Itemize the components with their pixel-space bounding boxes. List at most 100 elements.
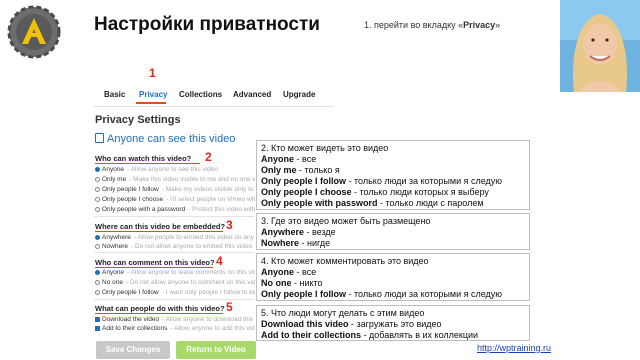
note-line: Only me - только я	[261, 165, 525, 176]
radio-icon[interactable]	[95, 290, 100, 295]
radio-selected-icon[interactable]	[95, 235, 100, 240]
option-description: - Make this video visible to me and no o…	[129, 176, 255, 183]
embed-option-anywhere[interactable]: Anywhere - Allow people to embed this vid…	[95, 234, 255, 241]
option-description: - Allow people to embed this video on an…	[133, 234, 255, 241]
option-label: Add to their collections	[102, 325, 168, 332]
note-term: Download this video	[261, 319, 349, 329]
note-term: No one	[261, 278, 292, 288]
note-line: Add to their collections - добавлять в и…	[261, 330, 525, 341]
comment-option-no-one[interactable]: No one - Do not allow anyone to comment o…	[95, 279, 255, 286]
checkbox-checked-icon[interactable]	[95, 317, 100, 322]
checkbox-checked-icon[interactable]	[95, 326, 100, 331]
website-link[interactable]: http://wptraining.ru	[477, 343, 551, 353]
option-label: Only people with a password	[102, 206, 186, 213]
logo-icon	[7, 5, 61, 59]
action-option-collections[interactable]: Add to their collections - Allow anyone t…	[95, 325, 255, 332]
note-text: - везде	[304, 227, 336, 237]
slide-title: Настройки приватности	[94, 14, 320, 35]
privacy-settings-title: Privacy Settings	[95, 114, 181, 126]
option-description: - Allow anyone to leave comments on this…	[127, 269, 255, 276]
note-term: Anyone	[261, 267, 295, 277]
note-term: Anyone	[261, 154, 295, 164]
lock-icon	[95, 133, 104, 143]
radio-selected-icon[interactable]	[95, 270, 100, 275]
comment-option-anyone[interactable]: Anyone - Allow anyone to leave comments o…	[95, 269, 255, 276]
tab-advanced[interactable]: Advanced	[233, 90, 271, 99]
action-option-download[interactable]: Download the video - Allow anyone to down…	[95, 316, 255, 323]
radio-icon[interactable]	[95, 177, 100, 182]
question-actions: What can people do with this video?	[95, 304, 225, 313]
note-line: Nowhere - нигде	[261, 238, 525, 249]
marker-4: 4	[216, 254, 223, 268]
watch-option-password[interactable]: Only people with a password - Protect thi…	[95, 206, 255, 213]
note-text: - все	[294, 267, 317, 277]
return-to-video-button[interactable]: Return to Video	[176, 341, 256, 359]
note-text: - загружать это видео	[348, 319, 442, 329]
note-line: Download this video - загружать это виде…	[261, 319, 525, 330]
note-text: - все	[294, 154, 317, 164]
note-term: Anywhere	[261, 227, 305, 237]
comment-option-follow[interactable]: Only people I follow - I want only people…	[95, 289, 255, 296]
radio-icon[interactable]	[95, 207, 100, 212]
note-line: No one - никто	[261, 278, 525, 289]
option-description: - Allow anyone to add this video to thei…	[170, 325, 255, 332]
option-description: - Allow anyone to see this video	[127, 166, 219, 173]
watch-option-anyone[interactable]: Anyone - Allow anyone to see this video	[95, 166, 255, 173]
note-box-3: 3. Где это видео может быть размещено Any…	[256, 213, 530, 250]
option-label: Download the video	[102, 316, 160, 323]
note-line: 4. Кто может комментировать это видео	[261, 256, 525, 267]
note-line: 5. Что люди могут делать с этим видео	[261, 308, 525, 319]
save-changes-button[interactable]: Save Changes	[96, 341, 170, 359]
option-description: - I'll select people on Vimeo who can wa…	[166, 196, 255, 203]
watch-option-follow[interactable]: Only people I follow - Make my videos vis…	[95, 186, 255, 193]
note-line: Anyone - все	[261, 154, 525, 165]
radio-icon[interactable]	[95, 280, 100, 285]
option-description: - Allow anyone to download this video	[162, 316, 255, 323]
note-text: - только люди которых я выберу	[351, 187, 489, 197]
embed-option-nowhere[interactable]: Nowhere - Do not allow anyone to embed th…	[95, 243, 255, 250]
marker-2: 2	[205, 150, 212, 164]
presenter-photo	[560, 0, 640, 92]
active-tab-underline	[136, 102, 166, 104]
tab-bar: Basic Privacy Collections Advanced Upgra…	[94, 82, 334, 104]
note-text: - только люди с паролем	[377, 198, 484, 208]
option-label: Anyone	[102, 166, 125, 173]
option-description: - Protect this video with a password	[188, 206, 255, 213]
note-text: 3. Где это видео может быть размещено	[261, 216, 431, 226]
radio-icon[interactable]	[95, 197, 100, 202]
watch-option-only-me[interactable]: Only me - Make this video visible to me a…	[95, 176, 255, 183]
option-description: - Do not allow anyone to comment on this…	[125, 279, 255, 286]
question-actions-underline	[95, 313, 223, 314]
question-embed: Where can this video be embedded?	[95, 222, 226, 231]
option-label: No one	[102, 279, 123, 286]
radio-icon[interactable]	[95, 187, 100, 192]
section-divider	[94, 216, 254, 217]
note-term: Only people with password	[261, 198, 378, 208]
radio-selected-icon[interactable]	[95, 167, 100, 172]
tab-privacy[interactable]: Privacy	[139, 90, 167, 99]
step-1-suffix: »	[495, 20, 501, 30]
tab-divider	[94, 106, 334, 107]
note-term: Nowhere	[261, 238, 300, 248]
tab-collections[interactable]: Collections	[179, 90, 222, 99]
option-label: Anyone	[102, 269, 125, 276]
tab-upgrade[interactable]: Upgrade	[283, 90, 315, 99]
note-line: 2. Кто может видеть это видео	[261, 143, 525, 154]
radio-icon[interactable]	[95, 244, 100, 249]
watch-option-choose[interactable]: Only people I choose - I'll select people…	[95, 196, 255, 203]
option-label: Only people I follow	[102, 289, 159, 296]
marker-5: 5	[226, 300, 233, 314]
note-term: Only people I choose	[261, 187, 352, 197]
note-line: Only people I choose - только люди котор…	[261, 187, 525, 198]
section-divider	[94, 252, 254, 253]
step-1-instruction: 1. перейти во вкладку «Privacy»	[364, 20, 500, 30]
note-text: 2. Кто может видеть это видео	[261, 143, 389, 153]
note-line: Only people with password - только люди …	[261, 198, 525, 209]
note-box-4: 4. Кто может комментировать это видео Any…	[256, 253, 530, 301]
tab-basic[interactable]: Basic	[104, 90, 125, 99]
question-embed-underline	[95, 231, 223, 232]
option-label: Only me	[102, 176, 127, 183]
note-line: Anyone - все	[261, 267, 525, 278]
step-1-tab: Privacy	[463, 20, 496, 30]
note-text: - добавлять в их коллекции	[361, 330, 479, 340]
